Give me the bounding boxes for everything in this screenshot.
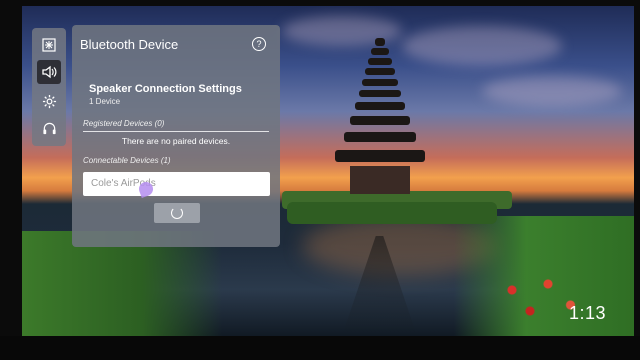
gear-icon[interactable] xyxy=(37,89,61,113)
background-pagoda xyxy=(330,38,430,198)
tv-bezel-bottom xyxy=(0,336,640,360)
connectable-devices-label: Connectable Devices (1) xyxy=(83,156,171,165)
searching-indicator xyxy=(154,203,200,223)
no-paired-devices-text: There are no paired devices. xyxy=(121,136,231,146)
bluetooth-device-panel: Bluetooth Device ? Speaker Connection Se… xyxy=(72,25,280,247)
device-count: 1 Device xyxy=(89,97,121,106)
video-timestamp: 1:13 xyxy=(568,303,606,323)
registered-devices-label: Registered Devices (0) xyxy=(83,119,165,128)
speaker-volume-icon[interactable] xyxy=(37,60,61,84)
divider xyxy=(83,131,269,132)
settings-snowflake-icon[interactable] xyxy=(37,33,61,57)
connectable-device-item[interactable]: Cole's AirPods xyxy=(83,172,270,198)
panel-title: Bluetooth Device xyxy=(80,37,179,52)
headset-icon[interactable] xyxy=(37,116,61,140)
speaker-connection-settings-title: Speaker Connection Settings xyxy=(89,83,242,95)
settings-icon-rail xyxy=(32,28,66,146)
spinner-icon xyxy=(171,207,183,219)
help-circle-icon[interactable]: ? xyxy=(252,37,266,51)
